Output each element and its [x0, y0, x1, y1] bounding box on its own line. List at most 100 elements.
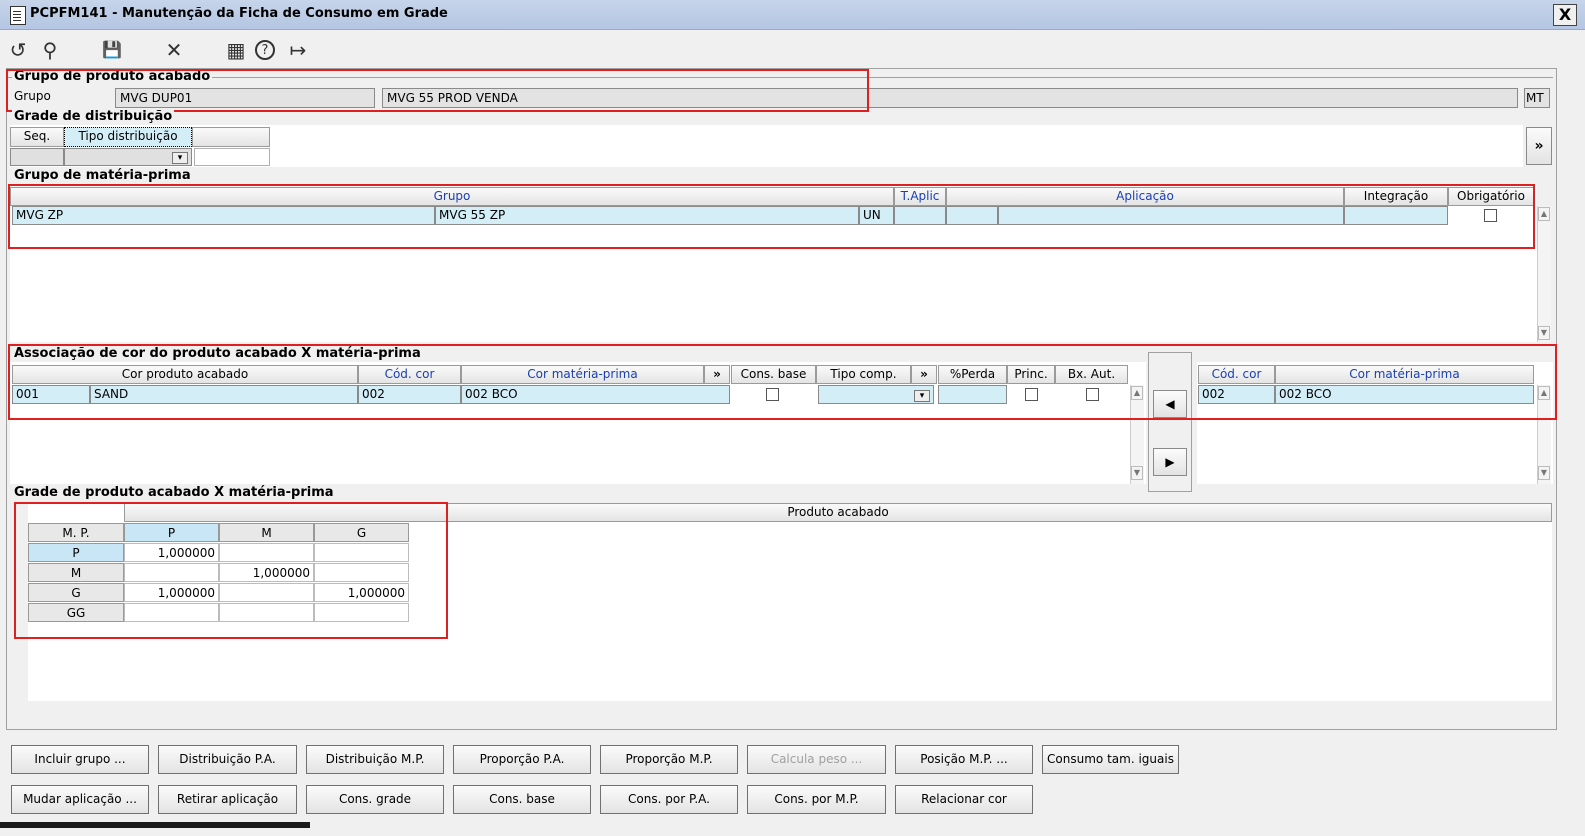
cons-por-mp-button[interactable]: Cons. por M.P. — [747, 785, 886, 814]
cons-por-pa-button[interactable]: Cons. por P.A. — [600, 785, 738, 814]
cons-base-checkbox[interactable] — [766, 388, 779, 401]
col-cor-pa: Cor produto acabado — [12, 365, 358, 384]
grade-cell[interactable] — [314, 543, 409, 562]
right-cod-cor-cell[interactable]: 002 — [1198, 385, 1275, 404]
col-empty — [192, 127, 270, 147]
grupo-code-field[interactable]: MVG DUP01 — [115, 88, 375, 108]
help-icon[interactable]: ? — [255, 40, 275, 60]
grade-cell[interactable] — [124, 563, 219, 582]
consumo-tam-iguais-button[interactable]: Consumo tam. iguais — [1042, 745, 1179, 774]
bx-aut-checkbox[interactable] — [1086, 388, 1099, 401]
move-right-button[interactable]: ▶ — [1153, 448, 1187, 476]
retirar-aplicacao-button[interactable]: Retirar aplicação — [158, 785, 297, 814]
grupo-label: Grupo — [14, 89, 51, 103]
cons-grade-button[interactable]: Cons. grade — [306, 785, 444, 814]
grade-col-header[interactable]: P — [124, 523, 219, 542]
distribuicao-mp-button[interactable]: Distribuição M.P. — [306, 745, 444, 774]
grade-col-header[interactable]: M — [219, 523, 314, 542]
scroll-down-icon[interactable]: ▼ — [1538, 466, 1550, 480]
exit-icon[interactable]: ↦ — [286, 38, 310, 62]
relacionar-cor-button[interactable]: Relacionar cor — [895, 785, 1033, 814]
grade-cell[interactable] — [314, 563, 409, 582]
grade-cell[interactable]: 1,000000 — [314, 583, 409, 602]
grupo-description-field[interactable]: MVG 55 PROD VENDA — [382, 88, 1518, 108]
grade-cell[interactable]: 1,000000 — [124, 543, 219, 562]
mudar-aplicacao-button[interactable]: Mudar aplicação ... — [11, 785, 149, 814]
more-columns-button[interactable]: » — [704, 365, 730, 384]
col-right-cod-cor: Cód. cor — [1198, 365, 1275, 384]
scroll-down-icon[interactable]: ▼ — [1131, 466, 1143, 480]
grade-cell[interactable] — [314, 603, 409, 622]
cor-name-cell[interactable]: SAND — [90, 385, 358, 404]
grupo-mp-scrollbar[interactable] — [1537, 206, 1551, 342]
grupo-unit-field[interactable]: MT — [1524, 88, 1550, 108]
cod-cor-cell[interactable]: 002 — [358, 385, 461, 404]
move-left-button[interactable]: ◀ — [1153, 390, 1187, 418]
mp-description-cell[interactable]: MVG 55 ZP — [435, 206, 859, 225]
scroll-up-icon[interactable]: ▲ — [1538, 207, 1550, 221]
grade-dist-legend: Grade de distribuição — [12, 109, 175, 124]
calcula-peso-button[interactable]: Calcula peso ... — [747, 745, 886, 774]
cancel-icon[interactable]: ✕ — [162, 38, 186, 62]
col-integracao: Integração — [1344, 187, 1448, 206]
empty-cell[interactable] — [194, 148, 270, 166]
col-seq: Seq. — [10, 127, 64, 147]
grade-cell[interactable] — [219, 583, 314, 602]
scroll-down-icon[interactable]: ▼ — [1538, 326, 1550, 340]
col-perda: %Perda — [938, 365, 1007, 384]
chevron-down-icon[interactable]: ▾ — [914, 390, 930, 402]
more-columns-button-2[interactable]: » — [911, 365, 937, 384]
col-cons-base: Cons. base — [731, 365, 816, 384]
col-cod-cor: Cód. cor — [358, 365, 461, 384]
chevron-down-icon[interactable]: ▾ — [172, 152, 188, 164]
grade-row-header[interactable]: M — [28, 563, 124, 582]
grade-row-header[interactable]: G — [28, 583, 124, 602]
col-obrigatorio: Obrigatório — [1448, 187, 1534, 206]
cons-base-button[interactable]: Cons. base — [453, 785, 591, 814]
status-strip — [0, 822, 310, 828]
save-icon[interactable]: 💾 — [100, 38, 124, 62]
right-cor-mp-cell[interactable]: 002 BCO — [1275, 385, 1534, 404]
perda-cell[interactable] — [938, 385, 1007, 404]
search-icon[interactable]: ⚲ — [38, 38, 62, 62]
mp-aplic-code-cell[interactable] — [946, 206, 998, 225]
more-button[interactable]: » — [1526, 127, 1552, 165]
title-bar: PCPFM141 - Manutenção da Ficha de Consum… — [0, 0, 1585, 30]
seq-cell[interactable] — [10, 148, 64, 166]
mp-unit-cell[interactable]: UN — [859, 206, 894, 225]
grade-cell[interactable] — [219, 543, 314, 562]
close-button[interactable]: X — [1553, 4, 1577, 26]
grade-row-header[interactable]: P — [28, 543, 124, 562]
scroll-up-icon[interactable]: ▲ — [1538, 386, 1550, 400]
mp-integracao-cell[interactable] — [1344, 206, 1448, 225]
obrigatorio-checkbox[interactable] — [1484, 209, 1497, 222]
mp-taplic-cell[interactable] — [894, 206, 946, 225]
produto-acabado-header: Produto acabado — [124, 503, 1552, 522]
scroll-up-icon[interactable]: ▲ — [1131, 386, 1143, 400]
incluir-grupo-button[interactable]: Incluir grupo ... — [11, 745, 149, 774]
grade-cell[interactable]: 1,000000 — [219, 563, 314, 582]
grade-cell[interactable] — [124, 603, 219, 622]
cor-code-cell[interactable]: 001 — [12, 385, 90, 404]
mp-aplicacao-cell[interactable] — [998, 206, 1344, 225]
grade-cell[interactable] — [219, 603, 314, 622]
distribuicao-pa-button[interactable]: Distribuição P.A. — [158, 745, 297, 774]
col-cor-mp: Cor matéria-prima — [461, 365, 704, 384]
col-right-cor-mp: Cor matéria-prima — [1275, 365, 1534, 384]
mp-code-cell[interactable]: MVG ZP — [12, 206, 435, 225]
princ-checkbox[interactable] — [1025, 388, 1038, 401]
grade-col-header[interactable]: G — [314, 523, 409, 542]
col-princ: Princ. — [1007, 365, 1055, 384]
col-tipo-distribuicao[interactable]: Tipo distribuição — [64, 127, 192, 147]
proporcao-mp-button[interactable]: Proporção M.P. — [600, 745, 738, 774]
col-aplicacao: Aplicação — [946, 187, 1344, 206]
window-title: PCPFM141 - Manutenção da Ficha de Consum… — [30, 6, 448, 21]
grade-row-header[interactable]: GG — [28, 603, 124, 622]
grade-cell[interactable]: 1,000000 — [124, 583, 219, 602]
posicao-mp-button[interactable]: Posição M.P. ... — [895, 745, 1033, 774]
calendar-icon[interactable]: ▦ — [224, 38, 248, 62]
cor-mp-cell[interactable]: 002 BCO — [461, 385, 730, 404]
col-taplic: T.Aplic — [894, 187, 946, 206]
undo-icon[interactable]: ↺ — [6, 38, 30, 62]
proporcao-pa-button[interactable]: Proporção P.A. — [453, 745, 591, 774]
